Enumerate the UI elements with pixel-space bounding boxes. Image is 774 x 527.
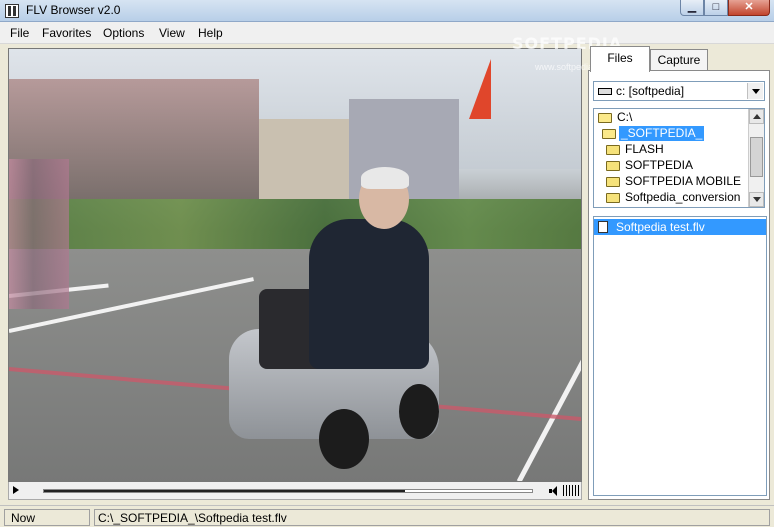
folder-item[interactable]: SOFTPEDIA MOBILE: [594, 174, 750, 190]
status-path: C:\_SOFTPEDIA_\Softpedia test.flv: [94, 509, 770, 526]
folder-icon: [606, 177, 620, 187]
folder-label: C:\: [617, 110, 633, 124]
menu-options[interactable]: Options: [103, 26, 144, 40]
menu-view[interactable]: View: [159, 26, 185, 40]
maximize-icon: □: [712, 1, 720, 13]
folder-item[interactable]: _SOFTPEDIA_: [594, 126, 750, 142]
speaker-icon[interactable]: [549, 486, 559, 496]
panel-tabs: Files Capture: [588, 46, 768, 72]
scooter-wheel: [319, 409, 369, 469]
video-viewport[interactable]: [8, 48, 582, 482]
file-label: Softpedia test.flv: [616, 220, 705, 234]
menu-favorites[interactable]: Favorites: [42, 26, 91, 40]
drive-select-value: c: [softpedia]: [616, 84, 685, 98]
minimize-button[interactable]: ▁: [680, 0, 704, 16]
menu-help[interactable]: Help: [198, 26, 223, 40]
folder-scrollbar[interactable]: [748, 109, 764, 207]
title-bar: FLV Browser v2.0 ▁ □ ✕: [0, 0, 774, 22]
video-flag: [469, 59, 491, 119]
folder-item[interactable]: Softpedia_conversion: [594, 190, 750, 206]
scroll-down-icon[interactable]: [749, 192, 764, 207]
window-title: FLV Browser v2.0: [26, 3, 121, 17]
scroll-up-icon[interactable]: [749, 109, 764, 124]
scooter-wheel: [399, 384, 439, 439]
close-icon: ✕: [744, 1, 754, 13]
folder-item[interactable]: C:\: [594, 110, 750, 126]
status-bar: Now Playing.. C:\_SOFTPEDIA_\Softpedia t…: [0, 505, 774, 527]
folder-icon: [606, 145, 620, 155]
files-panel: c: [softpedia] C:\ _SOFTPEDIA_ FLASH SOF…: [588, 70, 770, 500]
folder-tree[interactable]: C:\ _SOFTPEDIA_ FLASH SOFTPEDIA SOFTPEDI…: [593, 108, 765, 208]
folder-item[interactable]: SOFTPEDIA: [594, 158, 750, 174]
tab-files[interactable]: Files: [590, 46, 650, 72]
rider-torso: [309, 219, 429, 369]
minimize-icon: ▁: [687, 1, 697, 13]
menu-file[interactable]: File: [10, 26, 29, 40]
volume-slider[interactable]: [563, 485, 579, 496]
video-rider: [279, 167, 439, 379]
folder-label: FLASH: [625, 142, 664, 156]
rider-hair: [361, 167, 409, 189]
file-list[interactable]: Softpedia test.flv: [593, 216, 767, 496]
tab-capture[interactable]: Capture: [650, 49, 708, 70]
status-label: Now Playing..: [4, 509, 90, 527]
maximize-button[interactable]: □: [704, 0, 728, 16]
drive-icon: [598, 88, 612, 95]
file-icon: [598, 221, 608, 233]
folder-label: Softpedia_conversion: [625, 190, 741, 204]
file-item[interactable]: Softpedia test.flv: [594, 219, 766, 235]
chevron-down-icon[interactable]: [747, 83, 763, 99]
scroll-thumb[interactable]: [750, 137, 763, 177]
folder-label: _SOFTPEDIA_: [619, 126, 705, 141]
folder-icon: [606, 193, 620, 203]
folder-open-icon: [602, 129, 616, 139]
folder-label: SOFTPEDIA MOBILE: [625, 174, 742, 188]
play-icon[interactable]: [13, 486, 19, 494]
folder-icon: [606, 161, 620, 171]
menu-bar: File Favorites Options View Help: [0, 22, 774, 44]
folder-item[interactable]: FLASH: [594, 142, 750, 158]
video-spectators: [9, 159, 69, 309]
folder-open-icon: [598, 113, 612, 123]
drive-select[interactable]: c: [softpedia]: [593, 81, 765, 101]
close-button[interactable]: ✕: [728, 0, 770, 16]
seek-progress: [44, 490, 406, 492]
player-controls: [8, 482, 582, 500]
folder-label: SOFTPEDIA: [625, 158, 694, 172]
film-icon: [5, 4, 19, 18]
seek-bar[interactable]: [43, 489, 533, 493]
